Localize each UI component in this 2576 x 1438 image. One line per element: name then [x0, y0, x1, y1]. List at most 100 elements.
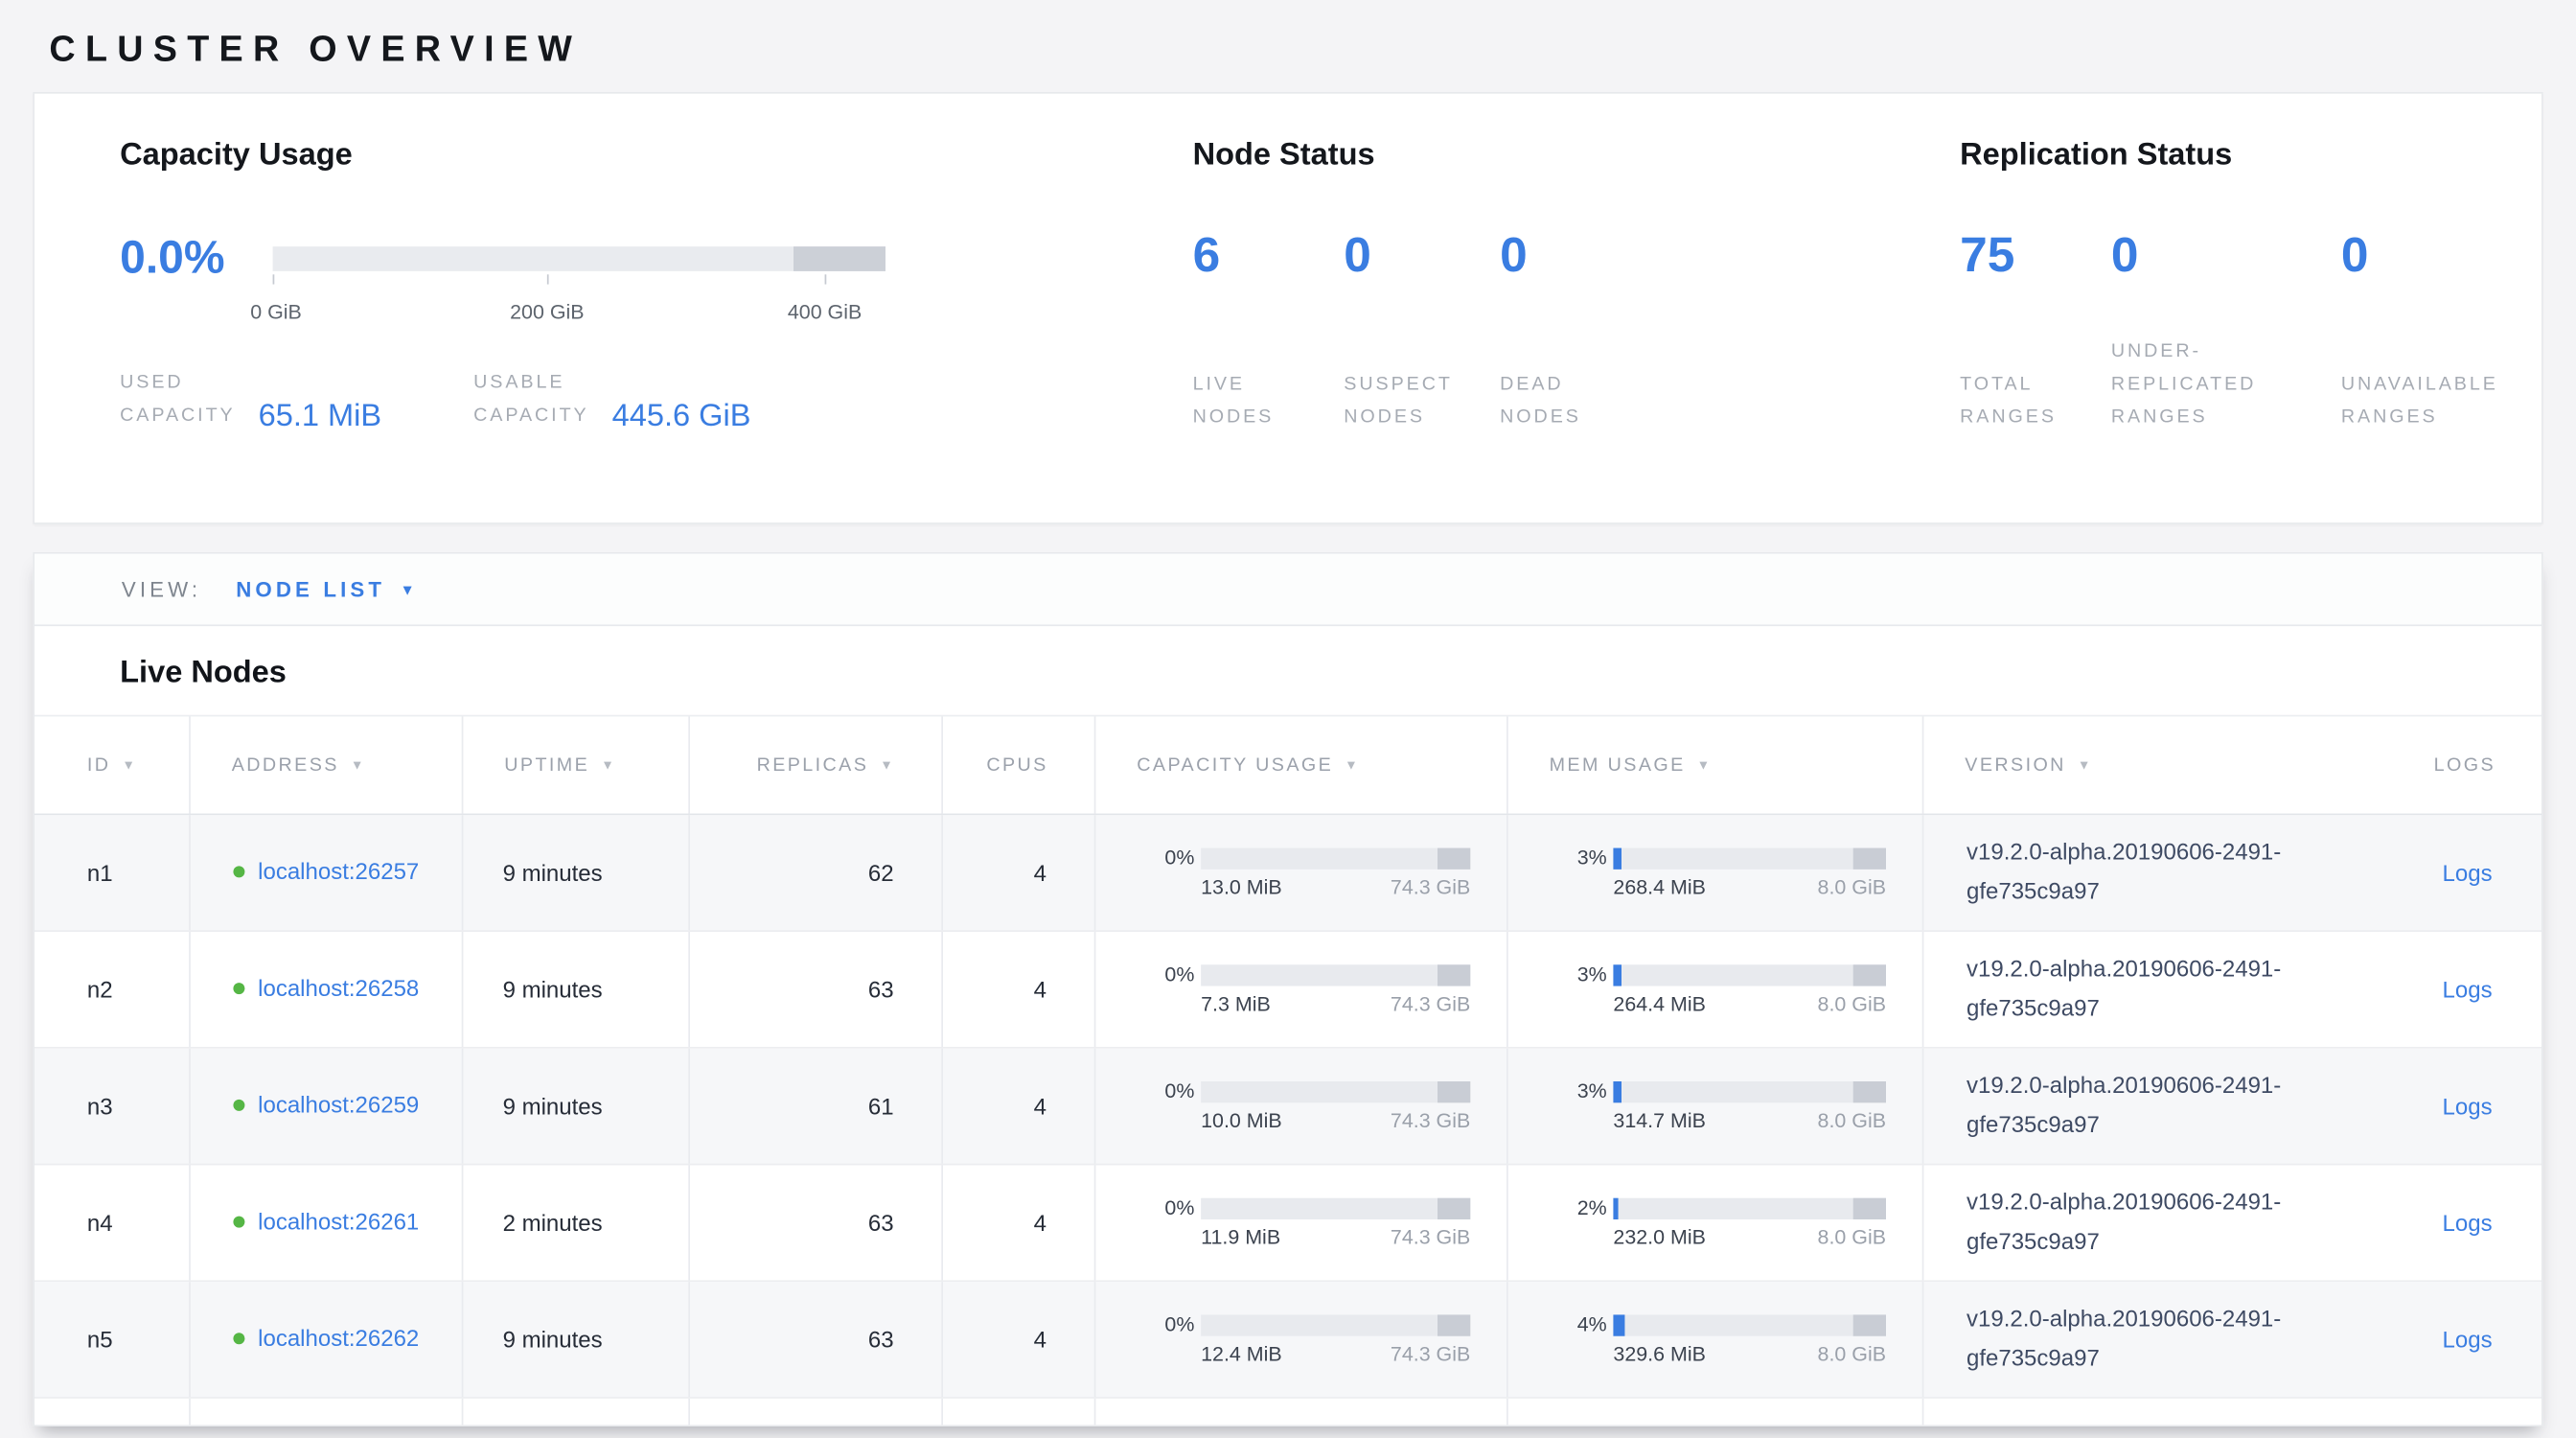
capacity-usage-cell: 0% 12.4 MiB74.3 GiB	[1095, 1282, 1507, 1397]
table-row: n4 localhost:26261 2 minutes 63 4 0% 11.…	[34, 1165, 2542, 1282]
page-title: CLUSTER OVERVIEW	[0, 0, 2576, 71]
mem-usage-cell: 3% 264.4 MiB8.0 GiB	[1508, 932, 1924, 1047]
node-address-link[interactable]: localhost:26258	[258, 970, 428, 1009]
uptime-cell: 9 minutes	[463, 1049, 690, 1164]
mem-bar	[1613, 1314, 1886, 1335]
live-status-dot-icon	[233, 1101, 244, 1112]
capacity-usage-cell: 0% 11.9 MiB74.3 GiB	[1095, 1165, 1507, 1280]
address-cell: localhost:26261	[191, 1165, 464, 1280]
replicas-cell: 62	[690, 815, 943, 930]
uptime-cell: 9 minutes	[463, 1282, 690, 1397]
table-row-partial	[34, 1399, 2542, 1425]
col-header-logs: LOGS	[2401, 716, 2542, 813]
uptime-cell: 9 minutes	[463, 815, 690, 930]
logs-cell: Logs	[2401, 1282, 2542, 1397]
capacity-percent-value: 0.0%	[120, 232, 272, 285]
live-status-dot-icon	[233, 1334, 244, 1345]
capacity-usage-cell: 0% 7.3 MiB74.3 GiB	[1095, 932, 1507, 1047]
replication-status-section: Replication Status 75 TOTAL RANGES 0 UND…	[1960, 136, 2542, 522]
view-selector-bar: VIEW: NODE LIST ▼	[34, 554, 2542, 626]
view-label: VIEW:	[122, 577, 201, 602]
replication-status-title: Replication Status	[1960, 136, 2542, 174]
node-address-link[interactable]: localhost:26261	[258, 1204, 428, 1242]
logs-cell: Logs	[2401, 932, 2542, 1047]
sort-desc-icon: ▼	[1697, 757, 1713, 772]
sort-desc-icon: ▼	[601, 757, 616, 772]
replicas-cell: 63	[690, 932, 943, 1047]
col-header-address[interactable]: ADDRESS▼	[191, 716, 464, 813]
live-nodes-title: Live Nodes	[34, 626, 2542, 715]
address-cell: localhost:26259	[191, 1049, 464, 1164]
node-id-cell: n5	[34, 1282, 191, 1397]
usable-capacity-label: USABLE CAPACITY	[473, 366, 588, 432]
logs-link[interactable]: Logs	[2443, 860, 2493, 886]
cluster-overview-page: CLUSTER OVERVIEW Capacity Usage 0.0% 0 G…	[0, 0, 2576, 1438]
live-status-dot-icon	[233, 867, 244, 878]
col-header-id[interactable]: ID▼	[34, 716, 191, 813]
capacity-gauge-bar	[273, 245, 886, 270]
capacity-usage-title: Capacity Usage	[120, 136, 1192, 174]
node-address-link[interactable]: localhost:26262	[258, 1320, 428, 1358]
col-header-uptime[interactable]: UPTIME▼	[463, 716, 690, 813]
live-nodes-stat: 6 LIVE NODES	[1193, 230, 1345, 434]
cluster-summary-card: Capacity Usage 0.0% 0 GiB 200 GiB 400 Gi…	[33, 92, 2542, 524]
sort-desc-icon: ▼	[351, 757, 366, 772]
node-address-link[interactable]: localhost:26259	[258, 1087, 428, 1125]
table-row: n3 localhost:26259 9 minutes 61 4 0% 10.…	[34, 1049, 2542, 1166]
col-header-version[interactable]: VERSION▼	[1923, 716, 2400, 813]
logs-cell: Logs	[2401, 1165, 2542, 1280]
live-status-dot-icon	[233, 984, 244, 995]
tick-label: 0 GiB	[250, 301, 302, 324]
col-header-cpus[interactable]: CPUS	[943, 716, 1095, 813]
logs-link[interactable]: Logs	[2443, 1210, 2493, 1236]
logs-link[interactable]: Logs	[2443, 976, 2493, 1002]
table-header-row: ID▼ ADDRESS▼ UPTIME▼ REPLICAS▼ CPUS CAPA…	[34, 715, 2542, 816]
capacity-bar	[1201, 1080, 1470, 1102]
col-header-replicas[interactable]: REPLICAS▼	[690, 716, 943, 813]
node-status-title: Node Status	[1193, 136, 1961, 174]
dead-nodes-stat: 0 DEAD NODES	[1500, 230, 1581, 434]
mem-bar	[1613, 847, 1886, 869]
version-cell: v19.2.0-alpha.20190606-2491-gfe735c9a97	[1923, 1165, 2400, 1280]
uptime-cell: 2 minutes	[463, 1165, 690, 1280]
view-dropdown[interactable]: NODE LIST	[236, 577, 385, 602]
cpus-cell: 4	[943, 1282, 1095, 1397]
nodes-card: VIEW: NODE LIST ▼ Live Nodes ID▼ ADDRESS…	[33, 552, 2542, 1426]
live-status-dot-icon	[233, 1217, 244, 1228]
address-cell: localhost:26258	[191, 932, 464, 1047]
mem-usage-cell: 3% 314.7 MiB8.0 GiB	[1508, 1049, 1924, 1164]
mem-bar	[1613, 963, 1886, 985]
logs-link[interactable]: Logs	[2443, 1093, 2493, 1119]
total-ranges-stat: 75 TOTAL RANGES	[1960, 230, 2111, 434]
capacity-usage-cell: 0% 13.0 MiB74.3 GiB	[1095, 815, 1507, 930]
col-header-capacity-usage[interactable]: CAPACITY USAGE▼	[1095, 716, 1507, 813]
capacity-usage-cell: 0% 10.0 MiB74.3 GiB	[1095, 1049, 1507, 1164]
address-cell: localhost:26262	[191, 1282, 464, 1397]
node-id-cell: n2	[34, 932, 191, 1047]
node-address-link[interactable]: localhost:26257	[258, 853, 428, 892]
used-capacity-value: 65.1 MiB	[259, 400, 382, 436]
sort-desc-icon: ▼	[122, 757, 137, 772]
sort-desc-icon: ▼	[1345, 757, 1360, 772]
node-id-cell: n3	[34, 1049, 191, 1164]
sort-desc-icon: ▼	[880, 757, 895, 772]
usable-capacity-value: 445.6 GiB	[612, 400, 751, 436]
version-cell: v19.2.0-alpha.20190606-2491-gfe735c9a97	[1923, 932, 2400, 1047]
version-cell: v19.2.0-alpha.20190606-2491-gfe735c9a97	[1923, 815, 2400, 930]
col-header-mem-usage[interactable]: MEM USAGE▼	[1508, 716, 1924, 813]
replicas-cell: 63	[690, 1282, 943, 1397]
tick-label: 200 GiB	[510, 301, 584, 324]
logs-cell: Logs	[2401, 815, 2542, 930]
replicas-cell: 61	[690, 1049, 943, 1164]
capacity-bar	[1201, 1314, 1470, 1335]
cpus-cell: 4	[943, 932, 1095, 1047]
capacity-bar	[1201, 1197, 1470, 1218]
node-id-cell: n4	[34, 1165, 191, 1280]
logs-link[interactable]: Logs	[2443, 1326, 2493, 1352]
chevron-down-icon[interactable]: ▼	[401, 581, 415, 597]
mem-bar	[1613, 1197, 1886, 1218]
capacity-bar	[1201, 963, 1470, 985]
table-row: n1 localhost:26257 9 minutes 62 4 0% 13.…	[34, 815, 2542, 932]
sort-desc-icon: ▼	[2078, 757, 2093, 772]
replicas-cell: 63	[690, 1165, 943, 1280]
